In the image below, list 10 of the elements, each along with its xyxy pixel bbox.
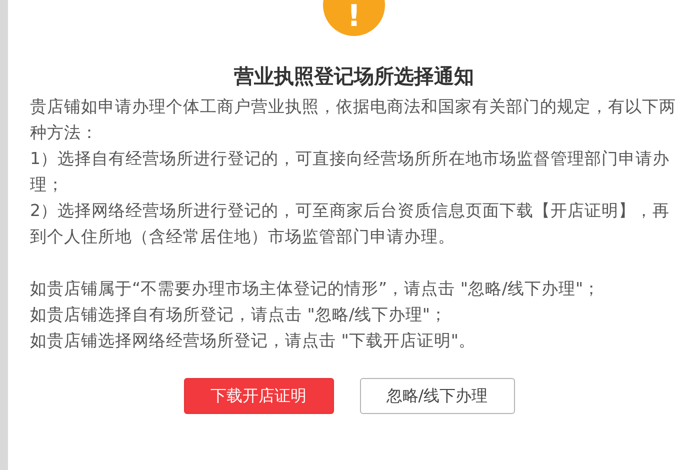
instruction-line: 如贵店铺选择自有场所登记，请点击 "忽略/线下办理"； bbox=[30, 304, 448, 326]
instruction-line: 如贵店铺属于“不需要办理市场主体登记的情形”，请点击 "忽略/线下办理"； bbox=[30, 278, 602, 300]
instruction-line: 如贵店铺选择网络经营场所登记，请点击 "下载开店证明"。 bbox=[30, 330, 476, 352]
paragraph: 1）选择自有经营场所进行登记的，可直接向经营场所所在地市场监督管理部门申请办理； bbox=[30, 148, 670, 196]
ignore-button[interactable]: 忽略/线下办理 bbox=[360, 378, 514, 414]
download-button[interactable]: 下载开店证明 bbox=[184, 378, 334, 414]
dialog-title: 营业执照登记场所选择通知 bbox=[234, 63, 474, 90]
paragraph: 贵店铺如申请办理个体工商户营业执照，依据电商法和国家有关部门的规定，有以下两种方法： bbox=[30, 96, 677, 144]
paragraph: 2）选择网络经营场所进行登记的，可至商家后台资质信息页面下载【开店证明】，再到个人住所地（含经常居住地）市场监管部门申请办理。 bbox=[30, 200, 670, 248]
warning-icon: ! bbox=[323, 0, 385, 36]
